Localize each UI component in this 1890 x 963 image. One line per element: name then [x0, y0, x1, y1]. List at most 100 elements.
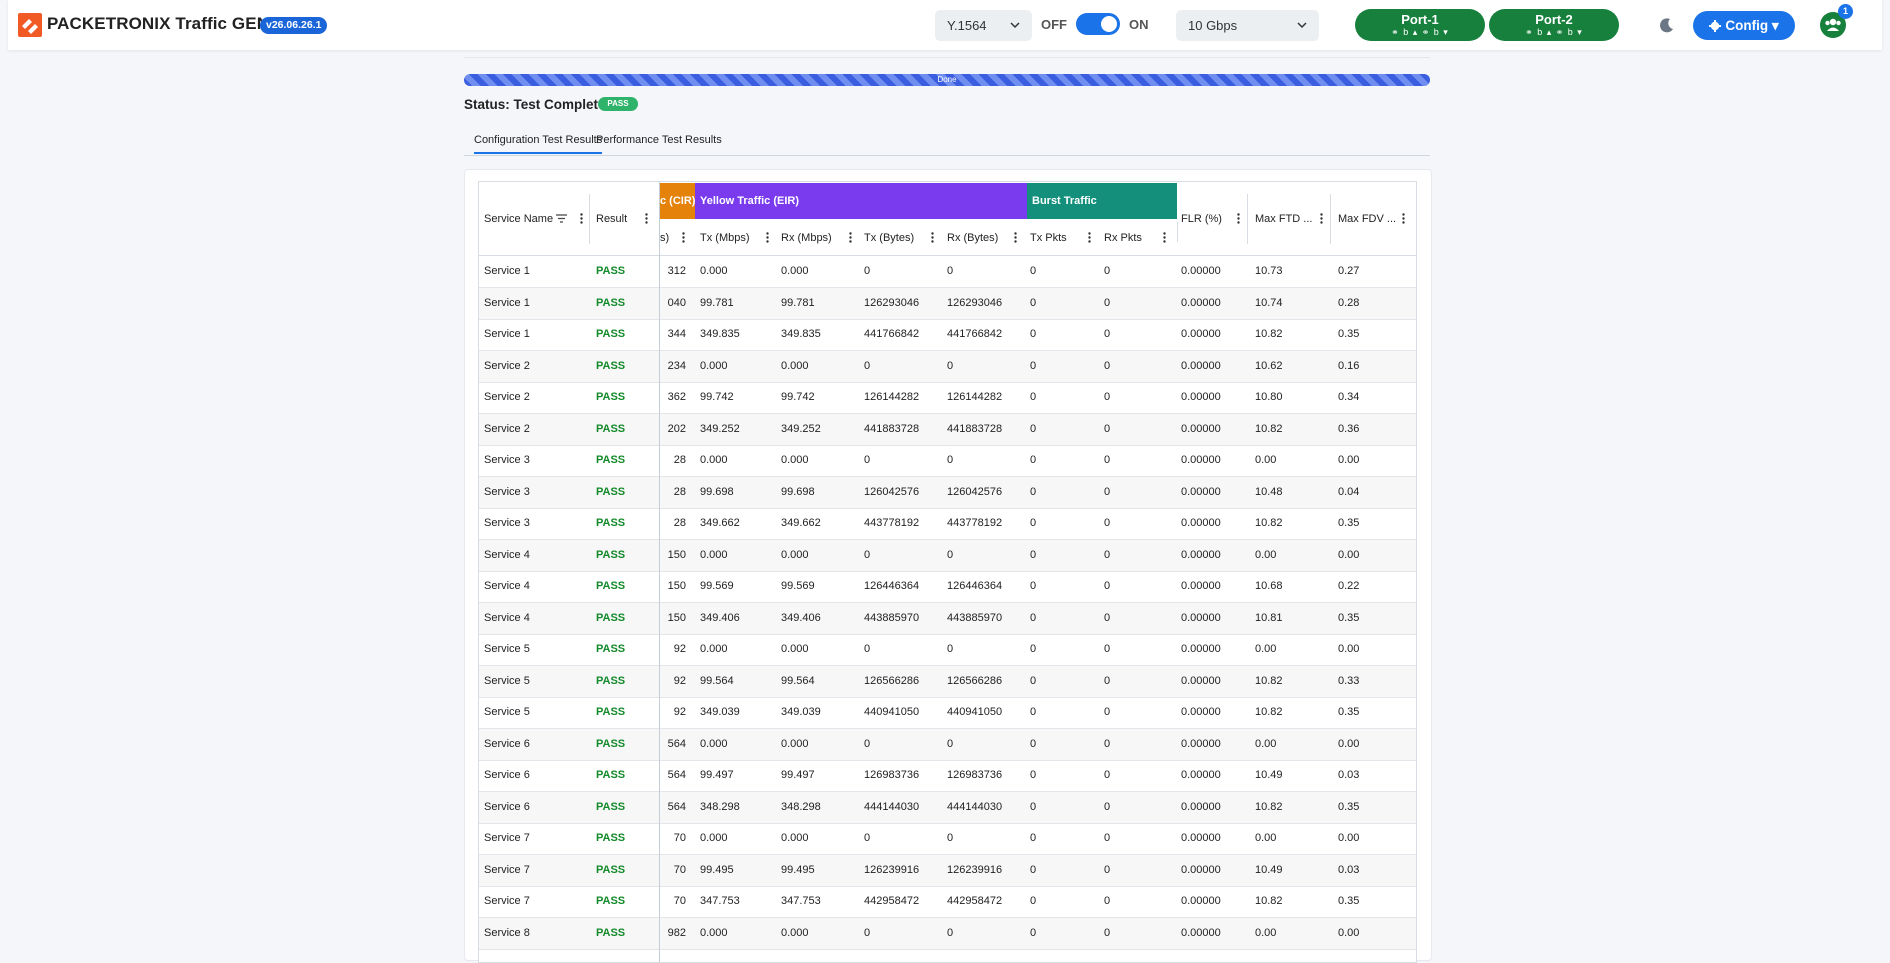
cell-txb: 126983736 — [864, 769, 920, 781]
cell-result: PASS — [596, 391, 626, 403]
table-row[interactable]: Service 1 PASS 0.000 0.000 0 0 0 0 0.00000 10.73 0… — [479, 256, 1416, 288]
cell-rx: 349.252 — [781, 422, 821, 435]
cell-fdv: 0.35 — [1338, 328, 1360, 340]
cell-result: PASS — [596, 895, 626, 907]
col-header-max-fdv[interactable]: Max FDV ... — [1338, 213, 1396, 225]
cell-clipped-wrap: 150 — [660, 603, 690, 634]
column-menu-icon[interactable] — [645, 213, 648, 224]
column-menu-icon[interactable] — [1163, 232, 1166, 243]
cell-tx: 99.495 — [700, 863, 734, 876]
col-header-tx-pkts[interactable]: Tx Pkts — [1030, 232, 1067, 244]
table-row[interactable]: Service 6 PASS 0.000 0.000 0 0 0 0 0.00000 0.00 0.… — [479, 728, 1416, 761]
cell-service: Service 3 — [484, 517, 530, 529]
table-row[interactable]: Service 5 PASS 349.039 349.039 440941050 4409… — [479, 697, 1416, 729]
column-menu-icon[interactable] — [682, 232, 685, 243]
cell-clipped: 92 — [673, 643, 686, 655]
tab-performance-results[interactable]: Performance Test Results — [596, 134, 722, 146]
cell-clipped: 202 — [667, 422, 686, 435]
cell-service: Service 4 — [484, 548, 530, 561]
table-row[interactable]: Service 7 PASS 347.753 347.753 442958472 4429… — [479, 886, 1416, 918]
table-row[interactable]: Service 2 PASS 0.000 0.000 0 0 0 0 0.00000 10.62 0… — [479, 350, 1416, 383]
cell-tx: 0.000 — [700, 548, 728, 561]
table-row[interactable]: Service 5 PASS 99.564 99.564 126566286 126566… — [479, 665, 1416, 698]
column-menu-icon[interactable] — [1014, 232, 1017, 243]
cell-result: PASS — [596, 548, 626, 561]
col-header-flr[interactable]: FLR (%) — [1181, 213, 1222, 225]
column-menu-icon[interactable] — [766, 232, 769, 243]
cell-ftd: 10.49 — [1255, 769, 1283, 781]
col-header-max-ftd[interactable]: Max FTD ... — [1255, 213, 1312, 225]
table-row[interactable]: Service 3 PASS 349.662 349.662 443778192 4437… — [479, 508, 1416, 540]
table-row[interactable]: Service 2 PASS 349.252 349.252 441883728 4418… — [479, 413, 1416, 446]
config-button[interactable]: Config ▾ — [1693, 11, 1795, 40]
cell-fdv: 0.35 — [1338, 895, 1360, 907]
cell-tx: 348.298 — [700, 800, 740, 813]
table-row[interactable]: Service 7 PASS 99.495 99.495 126239916 126239… — [479, 854, 1416, 887]
tab-configuration-results[interactable]: Configuration Test Results — [474, 134, 603, 154]
table-row[interactable]: Service 1 PASS 99.781 99.781 126293046 126293… — [479, 287, 1416, 320]
test-type-value: Y.1564 — [947, 18, 987, 33]
port-1-name: Port-1 — [1401, 12, 1439, 27]
cell-rx: 0.000 — [781, 359, 809, 372]
cell-flr: 0.00000 — [1181, 895, 1221, 907]
cell-txb: 0 — [864, 926, 871, 939]
cell-clipped: 28 — [673, 454, 686, 466]
speed-select[interactable]: 10 Gbps — [1176, 10, 1319, 41]
toggle-knob — [1101, 16, 1117, 32]
port-2-status: ⚭ b ▴ ⚭ b ▾ — [1525, 27, 1583, 37]
cell-rxb: 126983736 — [947, 769, 1003, 781]
col-header-rx-bytes[interactable]: Rx (Bytes) — [947, 232, 998, 244]
cell-fdv: 0.04 — [1338, 485, 1360, 498]
port-2-button[interactable]: Port-2 ⚭ b ▴ ⚭ b ▾ — [1489, 9, 1619, 41]
column-menu-icon[interactable] — [1320, 213, 1323, 224]
table-row[interactable]: Service 1 PASS 349.835 349.835 441766842 4417… — [479, 319, 1416, 351]
cell-txb: 0 — [864, 454, 871, 466]
column-menu-icon[interactable] — [849, 232, 852, 243]
cell-flr: 0.00000 — [1181, 706, 1221, 718]
cell-service: Service 7 — [484, 863, 530, 876]
column-menu-icon[interactable] — [1088, 232, 1091, 243]
table-row[interactable]: Service 4 PASS 0.000 0.000 0 0 0 0 0.00000 0.00 0.… — [479, 539, 1416, 572]
col-header-rx-pkts[interactable]: Rx Pkts — [1104, 232, 1142, 244]
table-row[interactable]: Service 4 PASS 99.569 99.569 126446364 126446… — [479, 571, 1416, 603]
cell-service: Service 3 — [484, 454, 530, 466]
column-menu-icon[interactable] — [931, 232, 934, 243]
cell-tx: 0.000 — [700, 265, 728, 277]
table-row[interactable]: Service 7 PASS 0.000 0.000 0 0 0 0 0.00000 0.00 0.… — [479, 823, 1416, 855]
cell-clipped: 28 — [673, 517, 686, 529]
port-1-button[interactable]: Port-1 ⚭ b ▴ ⚭ b ▾ — [1355, 9, 1485, 41]
cell-result: PASS — [596, 706, 626, 718]
cell-flr: 0.00000 — [1181, 517, 1221, 529]
col-header-tx-mbps[interactable]: Tx (Mbps) — [700, 232, 750, 244]
table-row[interactable]: Service 3 PASS 0.000 0.000 0 0 0 0 0.00000 0.00 0.… — [479, 445, 1416, 477]
filter-icon[interactable] — [556, 214, 567, 223]
traffic-toggle[interactable] — [1076, 13, 1120, 35]
cell-result: PASS — [596, 643, 626, 655]
cell-rxp: 0 — [1104, 391, 1111, 403]
cell-txp: 0 — [1030, 265, 1037, 277]
col-header-service-name[interactable]: Service Name — [484, 213, 553, 225]
table-row[interactable]: Service 6 PASS 99.497 99.497 126983736 126983… — [479, 760, 1416, 792]
cell-rx: 0.000 — [781, 548, 809, 561]
col-header-clipped[interactable]: s) — [660, 232, 669, 244]
cell-txp: 0 — [1030, 391, 1037, 403]
cell-rx: 99.495 — [781, 863, 815, 876]
table-row[interactable]: Service 2 PASS 99.742 99.742 126144282 126144… — [479, 382, 1416, 414]
column-menu-icon[interactable] — [1402, 213, 1405, 224]
test-type-select[interactable]: Y.1564 — [935, 10, 1032, 41]
cell-ftd: 10.49 — [1255, 863, 1283, 876]
gear-icon — [1709, 20, 1722, 32]
table-row[interactable]: Service 3 PASS 99.698 99.698 126042576 126042… — [479, 476, 1416, 509]
col-header-tx-bytes[interactable]: Tx (Bytes) — [864, 232, 914, 244]
col-header-result[interactable]: Result — [596, 213, 627, 225]
table-row[interactable]: Service 5 PASS 0.000 0.000 0 0 0 0 0.00000 0.00 0.… — [479, 634, 1416, 666]
cell-rxp: 0 — [1104, 517, 1111, 529]
table-row[interactable]: Service 8 PASS 0.000 0.000 0 0 0 0 0.00000 0.00 0.… — [479, 917, 1416, 950]
column-menu-icon[interactable] — [1237, 213, 1240, 224]
table-row[interactable]: Service 6 PASS 348.298 348.298 444144030 4441… — [479, 791, 1416, 824]
table-row[interactable]: Service 4 PASS 349.406 349.406 443885970 4438… — [479, 602, 1416, 635]
col-header-rx-mbps[interactable]: Rx (Mbps) — [781, 232, 832, 244]
column-menu-icon[interactable] — [580, 213, 583, 224]
dark-mode-moon-icon[interactable] — [1659, 17, 1675, 33]
cell-flr: 0.00000 — [1181, 769, 1221, 781]
